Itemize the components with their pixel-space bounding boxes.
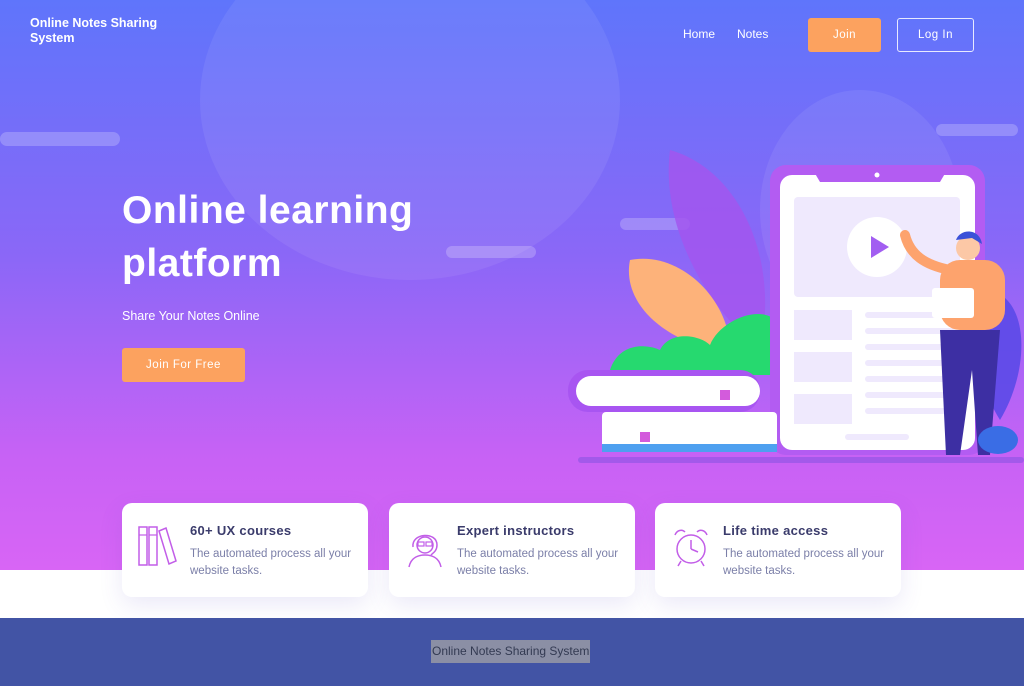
cloud-shape [936, 124, 1018, 136]
join-button[interactable]: Join [808, 18, 881, 52]
feature-description: The automated process all your website t… [723, 548, 885, 577]
nav-home-link[interactable]: Home [683, 27, 715, 41]
brand-logo[interactable]: Online Notes Sharing System [30, 16, 170, 46]
instructor-icon [408, 534, 442, 568]
footer-text: Online Notes Sharing System [431, 640, 591, 663]
feature-title: Expert instructors [457, 523, 575, 538]
cloud-shape [0, 132, 120, 146]
login-button[interactable]: Log In [897, 18, 974, 52]
hero-subtitle: Share Your Notes Online [122, 309, 260, 323]
feature-description: The automated process all your website t… [190, 548, 352, 577]
books-icon [138, 526, 177, 566]
feature-card: Life time access The automated process a… [655, 503, 901, 597]
feature-title: Life time access [723, 523, 829, 538]
feature-card: Expert instructors The automated process… [389, 503, 635, 597]
nav-notes-link[interactable]: Notes [737, 27, 768, 41]
feature-title: 60+ UX courses [190, 523, 292, 538]
hero-illustration [568, 150, 1024, 463]
alarm-clock-icon [674, 529, 708, 567]
hero-title: Online learning platform [122, 189, 414, 285]
join-for-free-button[interactable]: Join For Free [122, 348, 245, 382]
hero-section: Online Notes Sharing System Home Notes J… [0, 0, 1024, 570]
feature-description: The automated process all your website t… [457, 548, 619, 577]
feature-card: 60+ UX courses The automated process all… [122, 503, 368, 597]
